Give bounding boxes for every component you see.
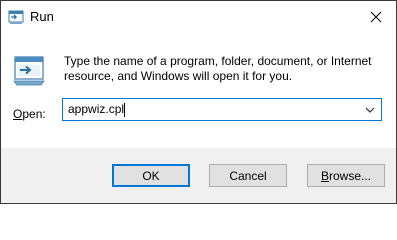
open-input-value: appwiz.cpl — [68, 102, 125, 116]
close-icon — [370, 11, 382, 22]
window-title: Run — [30, 9, 54, 24]
ok-button[interactable]: OK — [112, 164, 190, 187]
run-dialog-icon — [12, 53, 46, 87]
open-combobox[interactable]: appwiz.cpl — [62, 98, 382, 121]
open-label-mnemonic: O — [13, 107, 23, 121]
dialog-description: Type the name of a program, folder, docu… — [64, 54, 372, 83]
open-label-text: pen: — [22, 107, 46, 121]
dialog-body: Type the name of a program, folder, docu… — [1, 32, 396, 148]
browse-label: rowse... — [329, 168, 372, 183]
dropdown-button[interactable] — [359, 99, 381, 120]
cancel-button[interactable]: Cancel — [209, 164, 287, 187]
run-icon — [8, 9, 24, 25]
chevron-down-icon — [365, 107, 375, 113]
close-button[interactable] — [356, 1, 396, 32]
open-label: Open: — [13, 107, 46, 121]
run-dialog: Run Type the name of a program, folder, … — [0, 0, 397, 204]
title-bar[interactable]: Run — [1, 1, 396, 32]
browse-button[interactable]: Browse... — [307, 164, 385, 187]
open-input[interactable]: appwiz.cpl — [63, 99, 358, 120]
browse-mnemonic: B — [320, 168, 329, 183]
button-bar: OK Cancel Browse... — [1, 148, 396, 203]
text-caret — [124, 102, 126, 117]
